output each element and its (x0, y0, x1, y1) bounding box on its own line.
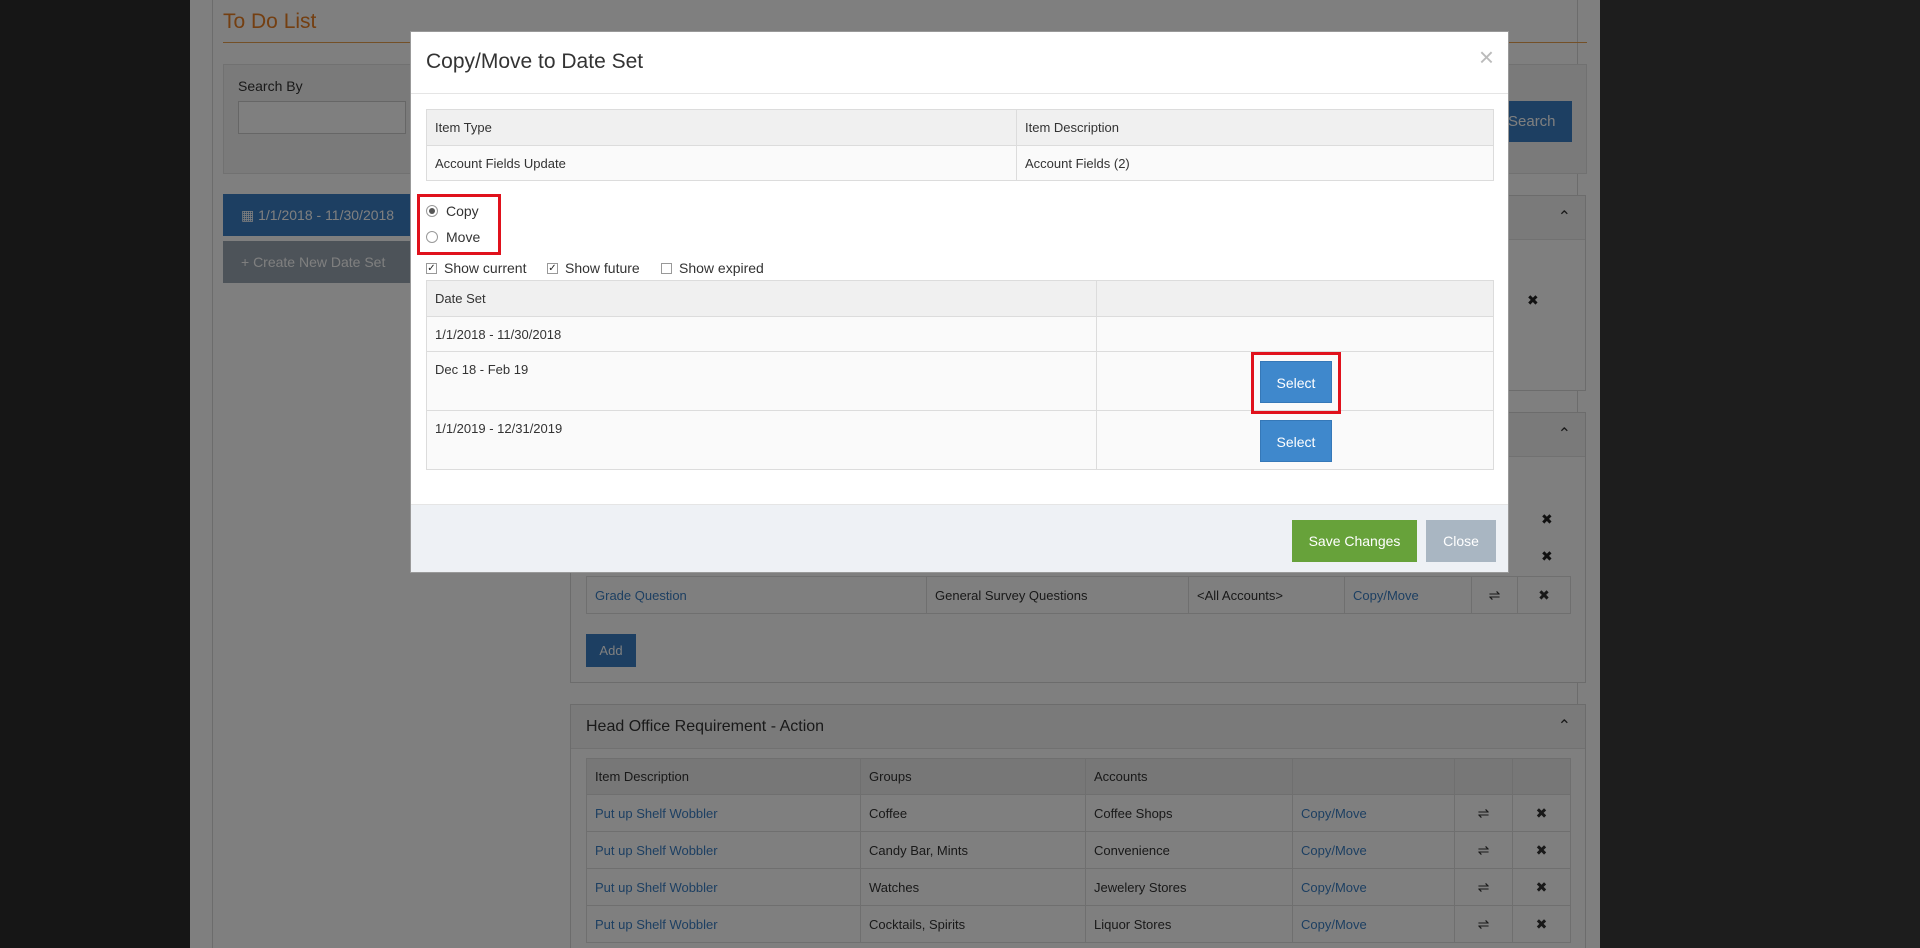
copy-option[interactable]: Copy (426, 203, 479, 219)
copy-move-modal: Copy/Move to Date Set × Item Type Item D… (410, 31, 1509, 573)
table-header-row: Item Type Item Description (426, 109, 1494, 146)
close-button[interactable]: Close (1426, 520, 1496, 562)
modal-title: Copy/Move to Date Set (426, 50, 644, 73)
show-future-label: Show future (565, 260, 640, 276)
modal-footer: Save Changes Close (411, 504, 1508, 572)
item-type-cell: Account Fields Update (426, 145, 1017, 181)
item-description-cell: Account Fields (2) (1016, 145, 1494, 181)
select-button[interactable]: Select (1260, 420, 1332, 462)
table-row: 1/1/2019 - 12/31/2019 (426, 410, 1494, 470)
show-current-label: Show current (444, 260, 527, 276)
column-header: Item Description (1016, 109, 1494, 146)
dateset-name-cell: 1/1/2019 - 12/31/2019 (426, 410, 1097, 470)
move-option[interactable]: Move (426, 229, 480, 245)
move-radio[interactable] (426, 231, 438, 243)
show-current-checkbox[interactable]: ✓ (426, 262, 437, 274)
select-button[interactable]: Select (1260, 361, 1332, 403)
close-icon[interactable]: × (1479, 44, 1494, 70)
show-expired-filter[interactable]: Show expired (661, 260, 764, 276)
table-row: Account Fields Update Account Fields (2) (426, 145, 1494, 181)
table-header-row: Date Set (426, 280, 1494, 317)
item-table: Item Type Item Description Account Field… (426, 109, 1494, 181)
show-current-filter[interactable]: ✓ Show current (426, 260, 526, 276)
show-future-filter[interactable]: ✓ Show future (547, 260, 640, 276)
dateset-name-cell: Dec 18 - Feb 19 (426, 351, 1097, 411)
move-label: Move (446, 229, 481, 245)
column-header: Item Type (426, 109, 1017, 146)
show-expired-checkbox[interactable] (661, 262, 672, 274)
dateset-name-cell: 1/1/2018 - 11/30/2018 (426, 316, 1097, 352)
show-future-checkbox[interactable]: ✓ (547, 262, 558, 274)
table-row: 1/1/2018 - 11/30/2018 (426, 316, 1494, 352)
copy-label: Copy (446, 203, 479, 219)
save-changes-button[interactable]: Save Changes (1292, 520, 1417, 562)
modal-header: Copy/Move to Date Set × (411, 32, 1508, 94)
copy-radio[interactable] (426, 205, 438, 217)
column-header: Date Set (426, 280, 1097, 317)
show-expired-label: Show expired (679, 260, 764, 276)
